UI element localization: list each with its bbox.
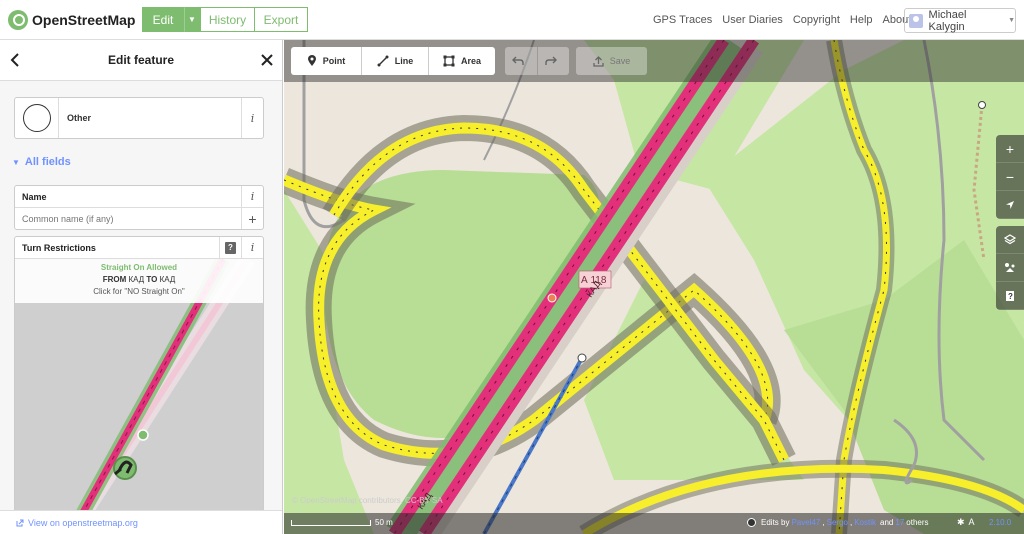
turn-restrictions-header: Turn Restrictions ? i: [15, 237, 263, 259]
top-header: OpenStreetMap Edit ▼ History Export GPS …: [0, 0, 1024, 40]
add-point-button[interactable]: Point: [291, 47, 361, 75]
nav-user-diaries[interactable]: User Diaries: [722, 14, 783, 26]
zoom-in-icon[interactable]: +: [996, 135, 1024, 163]
turn-from-to: FROM КАД TO КАД: [102, 275, 176, 284]
undo-icon: [512, 56, 524, 65]
attribution[interactable]: © OpenStreetMap contributors, CC-BY-SA: [292, 496, 443, 505]
all-fields-toggle[interactable]: ▼ All fields: [12, 156, 71, 168]
help-icon[interactable]: ?: [996, 282, 1024, 310]
back-arrow-icon[interactable]: [10, 53, 20, 67]
preset-name: Other: [67, 113, 92, 123]
map-data-icon[interactable]: [996, 254, 1024, 282]
name-input[interactable]: [15, 213, 241, 224]
edit-button-group: Edit ▼ History Export: [142, 7, 308, 32]
add-localized-name-icon[interactable]: +: [241, 208, 263, 229]
edit-button[interactable]: Edit: [142, 7, 184, 32]
edits-by-label: Edits by: [761, 518, 790, 527]
avatar: [909, 13, 923, 28]
name-field-label: Name: [22, 191, 47, 202]
panel-controls: ?: [996, 226, 1024, 310]
add-line-button[interactable]: Line: [361, 47, 428, 75]
info-icon[interactable]: i: [241, 185, 263, 208]
logo-text: OpenStreetMap: [32, 11, 136, 28]
history-panel-icon[interactable]: [747, 518, 756, 527]
point-label: Point: [322, 56, 346, 66]
and-label: and: [880, 518, 894, 527]
geolocate-icon[interactable]: [996, 191, 1024, 219]
map-base-layer[interactable]: А 118 КАД КАД: [284, 40, 1024, 534]
osm-logo[interactable]: OpenStreetMap: [8, 9, 142, 30]
export-button[interactable]: Export: [255, 7, 308, 32]
all-fields-label: All fields: [24, 156, 71, 168]
user-menu-button[interactable]: Michael Kalygin ▼: [904, 8, 1016, 33]
turn-status: Straight On Allowed: [100, 263, 178, 272]
layers-icon[interactable]: [996, 226, 1024, 254]
redo-icon: [544, 56, 557, 65]
nav-gps-traces[interactable]: GPS Traces: [653, 14, 712, 26]
zoom-out-icon[interactable]: −: [996, 163, 1024, 191]
turn-click-hint: Click for "NO Straight On": [93, 287, 185, 296]
chevron-down-icon: ▼: [12, 157, 20, 167]
line-icon: [377, 55, 389, 67]
header-nav: GPS Traces User Diaries Copyright Help A…: [653, 14, 911, 26]
version-label[interactable]: 2.10.0: [989, 518, 1011, 527]
upload-icon: [593, 55, 604, 67]
name-input-row: +: [15, 208, 263, 229]
user-name: Michael Kalygin: [928, 8, 967, 33]
sidebar: Edit feature Other i ▼ All fields Name i…: [0, 40, 283, 534]
osm-logo-icon: [8, 9, 28, 30]
map-canvas[interactable]: А 118 КАД КАД Point Line Area Save + − ?…: [284, 40, 1024, 534]
info-icon[interactable]: i: [241, 237, 263, 259]
save-button[interactable]: Save: [576, 47, 647, 75]
info-icon[interactable]: i: [241, 98, 263, 138]
sidebar-title: Edit feature: [107, 53, 174, 67]
turn-restrictions-label: Turn Restrictions: [22, 242, 96, 253]
point-icon: [307, 55, 316, 66]
map-footer: © OpenStreetMap contributors, CC-BY-SA 5…: [284, 496, 1024, 534]
name-field: Name i +: [14, 185, 264, 230]
turn-restrictions-field: Turn Restrictions ? i Straight On Allowe…: [14, 236, 264, 526]
footer-icons: ✱ A: [957, 517, 975, 528]
others-count-link[interactable]: 17: [895, 518, 904, 527]
sidebar-header: Edit feature: [0, 40, 282, 81]
nav-copyright[interactable]: Copyright: [793, 14, 840, 26]
editor-link[interactable]: Sergo: [827, 518, 848, 527]
scale-label: 50 m: [375, 518, 393, 527]
others-label: others: [906, 518, 929, 527]
help-icon[interactable]: ?: [219, 237, 241, 259]
chevron-down-icon: ▼: [1008, 17, 1015, 24]
editor-link[interactable]: Pavel47: [791, 518, 820, 527]
save-label: Save: [609, 56, 631, 66]
preset-icon: [15, 98, 59, 138]
edit-dropdown-caret-icon[interactable]: ▼: [184, 7, 200, 32]
line-label: Line: [394, 56, 414, 66]
external-link-icon: [16, 519, 24, 526]
scale-bar: [291, 520, 371, 526]
view-on-osm-label: View on openstreetmap.org: [28, 517, 138, 528]
area-label: Area: [460, 56, 481, 66]
editor-link[interactable]: Kostik: [854, 518, 876, 527]
turn-restriction-info: Straight On Allowed FROM КАД TO КАД Clic…: [15, 259, 263, 303]
svg-text:?: ?: [1008, 292, 1013, 301]
zoom-controls: + −: [996, 135, 1024, 219]
undo-button[interactable]: [505, 47, 537, 75]
area-icon: [443, 55, 455, 67]
add-area-button[interactable]: Area: [428, 47, 495, 75]
view-on-osm-link[interactable]: View on openstreetmap.org: [0, 510, 282, 534]
map-toolbar: Point Line Area Save: [284, 40, 1024, 82]
name-field-header: Name i: [15, 185, 263, 208]
preset-selector[interactable]: Other i: [14, 97, 264, 139]
redo-button[interactable]: [537, 47, 569, 75]
close-icon[interactable]: [260, 53, 274, 67]
bug-icon[interactable]: ✱: [957, 517, 965, 528]
contributors: Edits by Pavel47, Sergo, Kostik and 17 o…: [747, 518, 929, 527]
translate-icon[interactable]: A: [969, 517, 975, 528]
nav-help[interactable]: Help: [850, 14, 873, 26]
history-button[interactable]: History: [200, 7, 255, 32]
